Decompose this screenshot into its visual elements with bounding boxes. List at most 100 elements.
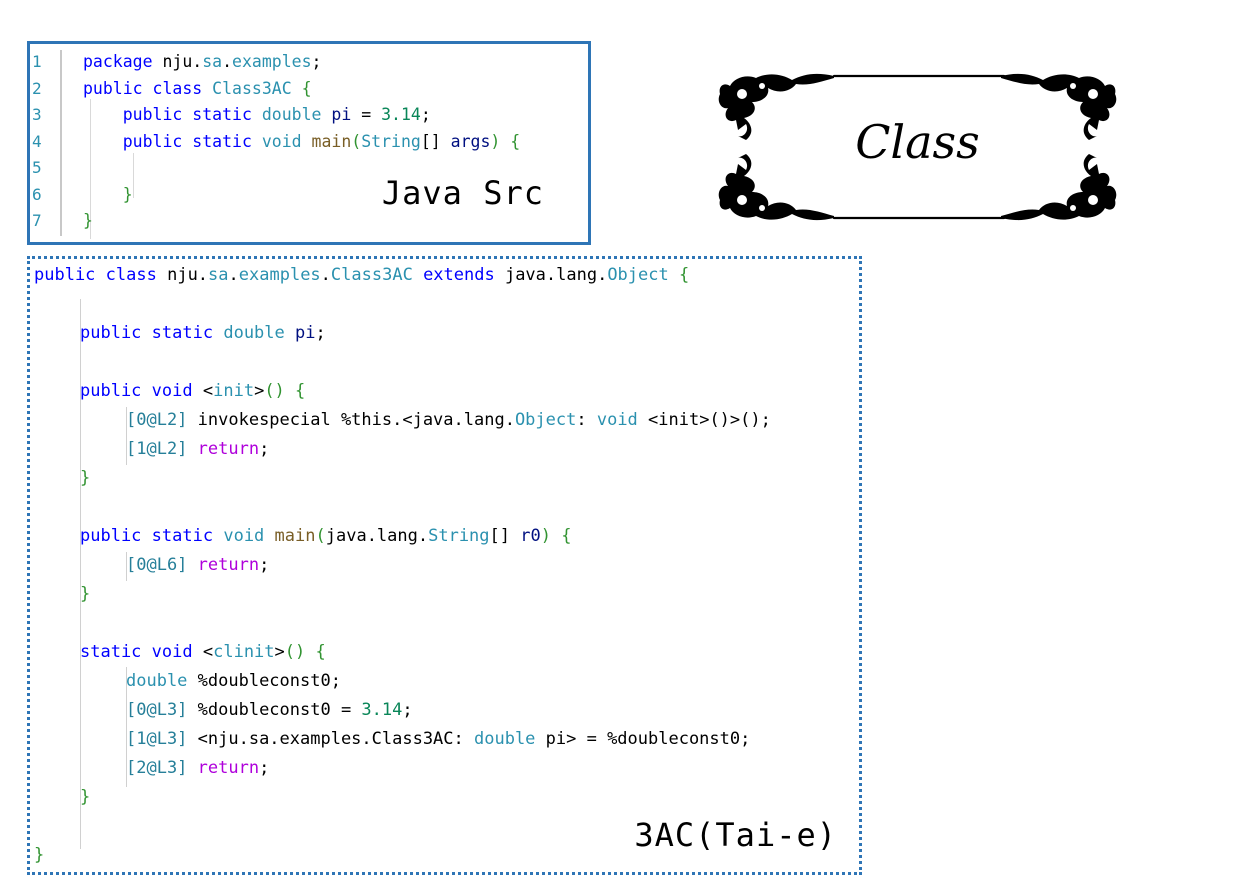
- code-token: 3.14: [381, 105, 421, 124]
- code-token: java.lang.: [494, 265, 608, 285]
- code-token: return: [197, 439, 260, 459]
- code-token: [1@L3]: [126, 729, 188, 749]
- code-token: [1@L2]: [126, 439, 188, 459]
- code-token: public: [83, 78, 143, 98]
- code-token: Class3AC: [330, 265, 413, 285]
- code-token: .: [228, 265, 239, 285]
- code-token: %doubleconst0;: [187, 671, 341, 691]
- code-token: {: [561, 526, 572, 546]
- code-token: static: [80, 642, 142, 662]
- code-token: static: [192, 131, 252, 151]
- source-code: public static double pi = 3.14;: [83, 102, 431, 127]
- code-token: main: [311, 131, 352, 151]
- code-token: void: [151, 642, 193, 662]
- line-number: 1: [32, 52, 42, 71]
- code-token: {: [510, 131, 521, 151]
- line-number: 4: [32, 131, 42, 151]
- code-token: void: [151, 381, 193, 401]
- code-token: init: [213, 381, 255, 401]
- code-token: Object: [514, 410, 577, 430]
- code-token: public: [80, 381, 142, 401]
- tac-label: 3AC(Tai-e): [634, 816, 837, 854]
- tac-line: }: [80, 464, 90, 493]
- tac-panel: public class nju.sa.examples.Class3AC ex…: [27, 256, 862, 875]
- code-token: static: [151, 526, 214, 546]
- banner-title: Class: [855, 115, 980, 169]
- code-token: sa: [208, 265, 229, 285]
- code-token: main: [274, 526, 316, 546]
- code-token: double: [261, 105, 322, 124]
- tac-line: }: [80, 580, 90, 609]
- code-token: {: [315, 642, 326, 662]
- source-code: public class Class3AC {: [83, 76, 312, 101]
- code-token: ;: [259, 555, 270, 575]
- line-number: 2: [32, 78, 42, 98]
- code-token: ;: [402, 700, 413, 720]
- code-token: static: [192, 105, 252, 124]
- code-token: nju.: [156, 265, 209, 285]
- code-token: pi: [331, 105, 352, 124]
- tac-line: [1@L2] return;: [126, 435, 269, 464]
- code-token: <nju.sa.examples.Class3AC:: [187, 729, 474, 749]
- code-token: double: [223, 323, 285, 343]
- source-line: 1 package nju.sa.examples;: [30, 49, 588, 74]
- code-token: [0@L2]: [126, 410, 188, 430]
- code-token: nju.: [152, 52, 203, 71]
- code-token: %doubleconst0 =: [187, 700, 362, 720]
- code-token: .: [320, 265, 331, 285]
- code-token: }: [80, 468, 91, 488]
- code-token: extends: [423, 265, 495, 285]
- class-banner: Class: [716, 72, 1119, 222]
- code-token: }: [34, 845, 45, 865]
- source-line: 3 public static double pi = 3.14;: [30, 102, 588, 127]
- java-src-label: Java Src: [381, 174, 544, 212]
- tac-line: [0@L2] invokespecial %this.<java.lang.Ob…: [126, 406, 771, 435]
- code-token: static: [151, 323, 214, 343]
- source-code: }: [83, 208, 93, 233]
- code-token: Object: [607, 265, 669, 285]
- code-token: ;: [420, 105, 431, 124]
- tac-line: static void <clinit>() {: [80, 638, 326, 667]
- code-token: (): [264, 381, 285, 401]
- code-token: }: [83, 211, 93, 230]
- code-token: ;: [259, 439, 270, 459]
- code-token: <: [192, 642, 214, 662]
- code-token: (: [315, 526, 326, 546]
- code-token: class: [152, 78, 203, 98]
- code-token: {: [301, 78, 312, 98]
- code-token: }: [80, 584, 91, 604]
- source-code: public static void main(String[] args) {: [83, 129, 520, 154]
- code-token: ): [540, 526, 551, 546]
- code-token: args: [450, 131, 491, 151]
- code-token: void: [261, 131, 302, 151]
- code-token: Class3AC: [212, 78, 292, 98]
- tac-line: [0@L6] return;: [126, 551, 269, 580]
- code-token: double: [126, 671, 188, 691]
- code-token: double: [474, 729, 536, 749]
- code-token: void: [223, 526, 265, 546]
- code-token: >: [274, 642, 285, 662]
- code-token: pi> = %doubleconst0;: [535, 729, 751, 749]
- tac-line: }: [34, 841, 44, 870]
- code-token: sa: [202, 52, 223, 71]
- code-token: java.lang.: [325, 526, 429, 546]
- code-token: public: [80, 323, 142, 343]
- tac-line: public static void main(java.lang.String…: [80, 522, 571, 551]
